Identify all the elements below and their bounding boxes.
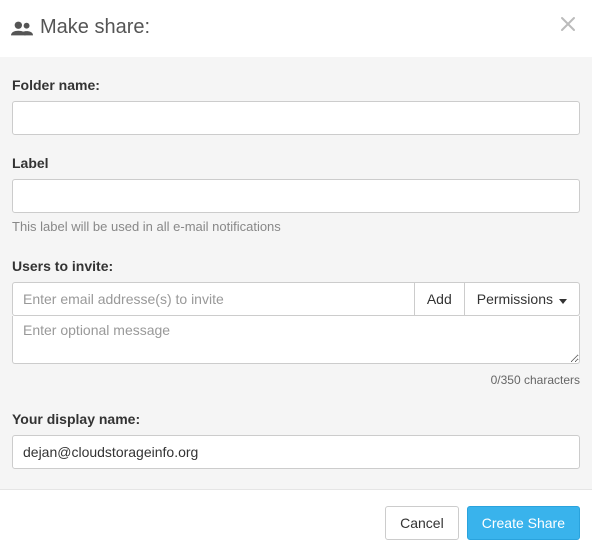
- invite-row: Add Permissions: [12, 282, 580, 316]
- permissions-dropdown[interactable]: Permissions: [465, 282, 580, 316]
- invite-label: Users to invite:: [12, 258, 580, 274]
- invite-section: Users to invite: Add Permissions 0/350 c…: [12, 258, 580, 387]
- permissions-label: Permissions: [477, 291, 553, 307]
- dialog-header: Make share:: [0, 0, 592, 57]
- create-share-button[interactable]: Create Share: [467, 506, 580, 540]
- display-name-section: Your display name:: [12, 411, 580, 469]
- display-name-label: Your display name:: [12, 411, 580, 427]
- label-helper-text: This label will be used in all e-mail no…: [12, 219, 580, 234]
- cancel-button[interactable]: Cancel: [385, 506, 459, 540]
- label-field-label: Label: [12, 155, 580, 171]
- people-icon: [10, 20, 34, 36]
- dialog-footer: Cancel Create Share: [0, 489, 592, 556]
- optional-message-textarea[interactable]: [12, 316, 580, 364]
- caret-down-icon: [559, 291, 567, 307]
- dialog-body: Folder name: Label This label will be us…: [0, 57, 592, 489]
- display-name-input[interactable]: [12, 435, 580, 469]
- add-button[interactable]: Add: [415, 282, 465, 316]
- close-icon[interactable]: [558, 14, 578, 39]
- label-section: Label This label will be used in all e-m…: [12, 155, 580, 234]
- invite-email-input[interactable]: [12, 282, 415, 316]
- folder-name-input[interactable]: [12, 101, 580, 135]
- folder-name-label: Folder name:: [12, 77, 580, 93]
- dialog-title: Make share:: [40, 16, 150, 39]
- character-count: 0/350 characters: [12, 373, 580, 387]
- label-input[interactable]: [12, 179, 580, 213]
- folder-name-section: Folder name:: [12, 77, 580, 135]
